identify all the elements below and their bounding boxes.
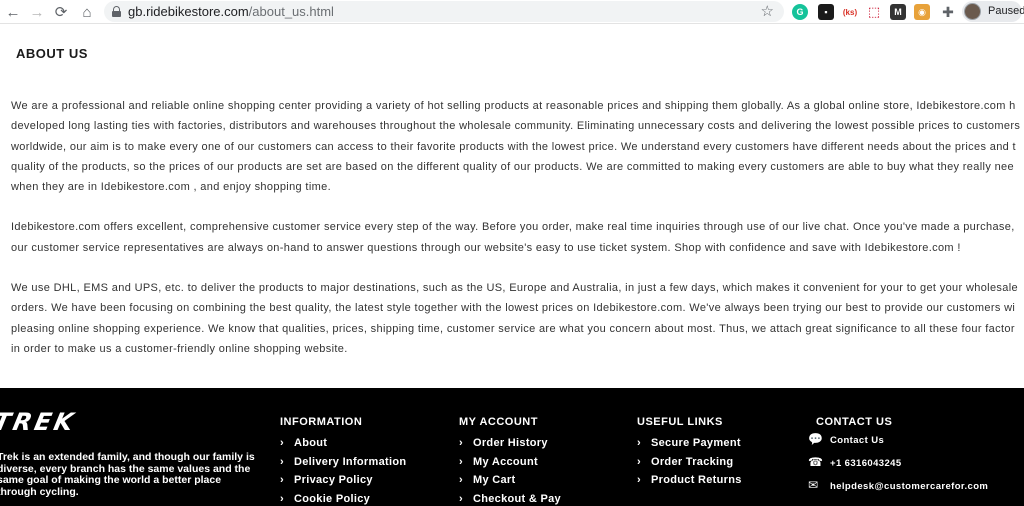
footer-contact: CONTACT US 💬 Contact Us ☎ +1 6316043245 ✉ h… <box>808 416 988 499</box>
footer-link-my-cart[interactable]: › My Cart <box>459 471 561 490</box>
about-paragraph-3: We use DHL, EMS and UPS, etc. to deliver… <box>11 278 1024 359</box>
chevron-right-icon: › <box>459 455 463 468</box>
chevron-right-icon: › <box>637 474 641 487</box>
footer-link-about[interactable]: › About <box>280 434 406 453</box>
text-line: We are a professional and reliable onlin… <box>11 100 1016 112</box>
forward-arrow-icon[interactable]: → <box>28 3 46 21</box>
address-bar[interactable]: gb.ridebikestore.com/about_us.html ☆ <box>104 1 784 22</box>
contact-email[interactable]: ✉ helpdesk@customercarefor.com <box>808 476 988 499</box>
footer-heading: MY ACCOUNT <box>459 416 538 428</box>
about-paragraph-2: Idebikestore.com offers excellent, compr… <box>11 217 1024 258</box>
gmail-extension-icon[interactable]: M <box>890 4 906 20</box>
back-arrow-icon[interactable]: ← <box>4 3 22 21</box>
text-line: orders. We have been focusing on combini… <box>11 302 1016 315</box>
extension-icon[interactable]: ▪ <box>818 4 834 20</box>
profile-button[interactable]: Paused <box>962 1 1024 22</box>
bookmark-star-icon[interactable]: ☆ <box>761 2 774 20</box>
text-line: quality of the products, so the prices o… <box>11 160 1014 173</box>
extension-icon[interactable]: ◉ <box>914 4 930 20</box>
text-line: developed long lasting ties with factori… <box>11 120 1021 133</box>
footer-link-label: Privacy Policy <box>294 474 373 487</box>
footer-link-privacy-policy[interactable]: › Privacy Policy <box>280 471 406 490</box>
text-line: our customer service representatives are… <box>11 241 961 254</box>
contact-label: helpdesk@customercarefor.com <box>830 481 989 492</box>
text-line: We use DHL, EMS and UPS, etc. to deliver… <box>11 282 1019 295</box>
url-path: /about_us.html <box>248 4 334 19</box>
url-domain: gb.ridebikestore.com <box>128 4 249 19</box>
text-line: in order to make us a customer-friendly … <box>11 342 348 355</box>
footer-link-cookie-policy[interactable]: › Cookie Policy <box>280 490 406 506</box>
text-line: pleasing online shopping experience. We … <box>11 322 1015 335</box>
phone-icon: ☎ <box>808 455 824 469</box>
footer-link-label: About <box>294 437 328 449</box>
reload-icon[interactable]: ⟳ <box>52 3 70 21</box>
chevron-right-icon: › <box>280 455 284 468</box>
footer-link-product-returns[interactable]: › Product Returns <box>637 471 742 490</box>
footer-link-label: Order History <box>473 437 548 449</box>
footer-link-my-account[interactable]: › My Account <box>459 453 561 472</box>
footer-link-label: Product Returns <box>651 474 742 487</box>
brand-description: Trek is an extended family, and though o… <box>0 451 255 498</box>
chevron-right-icon: › <box>459 437 463 449</box>
chat-icon: 💬 <box>808 432 824 446</box>
about-paragraph-1: We are a professional and reliable onlin… <box>11 96 1024 197</box>
footer-link-label: Delivery Information <box>294 455 407 468</box>
footer-link-delivery-information[interactable]: › Delivery Information <box>280 453 406 472</box>
footer-link-label: Cookie Policy <box>294 492 371 505</box>
pdf-extension-icon[interactable]: ⬚ <box>866 4 882 20</box>
home-icon[interactable]: ⌂ <box>78 3 96 21</box>
footer-link-label: Checkout & Pay <box>473 492 561 505</box>
chevron-right-icon: › <box>280 437 284 449</box>
chevron-right-icon: › <box>637 455 641 468</box>
puzzle-extensions-icon[interactable]: ✚ <box>940 4 956 20</box>
chevron-right-icon: › <box>637 437 641 449</box>
footer-heading: INFORMATION <box>280 416 363 428</box>
footer-link-label: Order Tracking <box>651 455 734 468</box>
url-text[interactable]: gb.ridebikestore.com/about_us.html <box>128 4 334 19</box>
avatar <box>964 3 981 20</box>
lock-icon[interactable] <box>112 6 121 17</box>
text-line: when they are in Idebikestore.com , and … <box>11 181 332 194</box>
footer-link-checkout-pay[interactable]: › Checkout & Pay <box>459 490 561 506</box>
footer-useful-links: USEFUL LINKS › Secure Payment › Order Trac… <box>637 416 742 490</box>
text-line: Idebikestore.com offers excellent, compr… <box>11 221 1015 234</box>
about-content: We are a professional and reliable onlin… <box>11 96 1024 359</box>
chevron-right-icon: › <box>459 474 463 487</box>
trek-logo[interactable]: TREK <box>0 408 79 436</box>
footer-link-label: My Cart <box>473 474 516 487</box>
footer-heading: CONTACT US <box>816 416 893 428</box>
footer-link-secure-payment[interactable]: › Secure Payment <box>637 434 742 453</box>
contact-chat[interactable]: 💬 Contact Us <box>808 430 988 453</box>
contact-phone[interactable]: ☎ +1 6316043245 <box>808 453 988 476</box>
text-line: worldwide, our aim is to make every one … <box>11 140 1016 153</box>
footer-link-order-tracking[interactable]: › Order Tracking <box>637 453 742 472</box>
contact-label: Contact Us <box>830 435 885 446</box>
chevron-right-icon: › <box>280 474 284 487</box>
footer-link-order-history[interactable]: › Order History <box>459 434 561 453</box>
chevron-right-icon: › <box>459 492 463 505</box>
email-icon: ✉ <box>808 478 819 492</box>
chevron-right-icon: › <box>280 492 284 505</box>
page-title: ABOUT US <box>16 46 88 61</box>
profile-status: Paused <box>988 5 1024 17</box>
footer-link-label: Secure Payment <box>651 437 741 449</box>
browser-toolbar: ← → ⟳ ⌂ gb.ridebikestore.com/about_us.ht… <box>0 0 1024 24</box>
grammarly-extension-icon[interactable]: G <box>792 4 808 20</box>
footer-heading: USEFUL LINKS <box>637 416 723 428</box>
footer-link-label: My Account <box>473 455 538 468</box>
contact-label: +1 6316043245 <box>830 458 902 469</box>
extension-icon[interactable]: (ks) <box>842 4 858 20</box>
footer-information: INFORMATION › About › Delivery Information… <box>280 416 406 506</box>
site-footer: TREK Trek is an extended family, and tho… <box>0 388 1024 506</box>
footer-my-account: MY ACCOUNT › Order History › My Account › M… <box>459 416 561 506</box>
